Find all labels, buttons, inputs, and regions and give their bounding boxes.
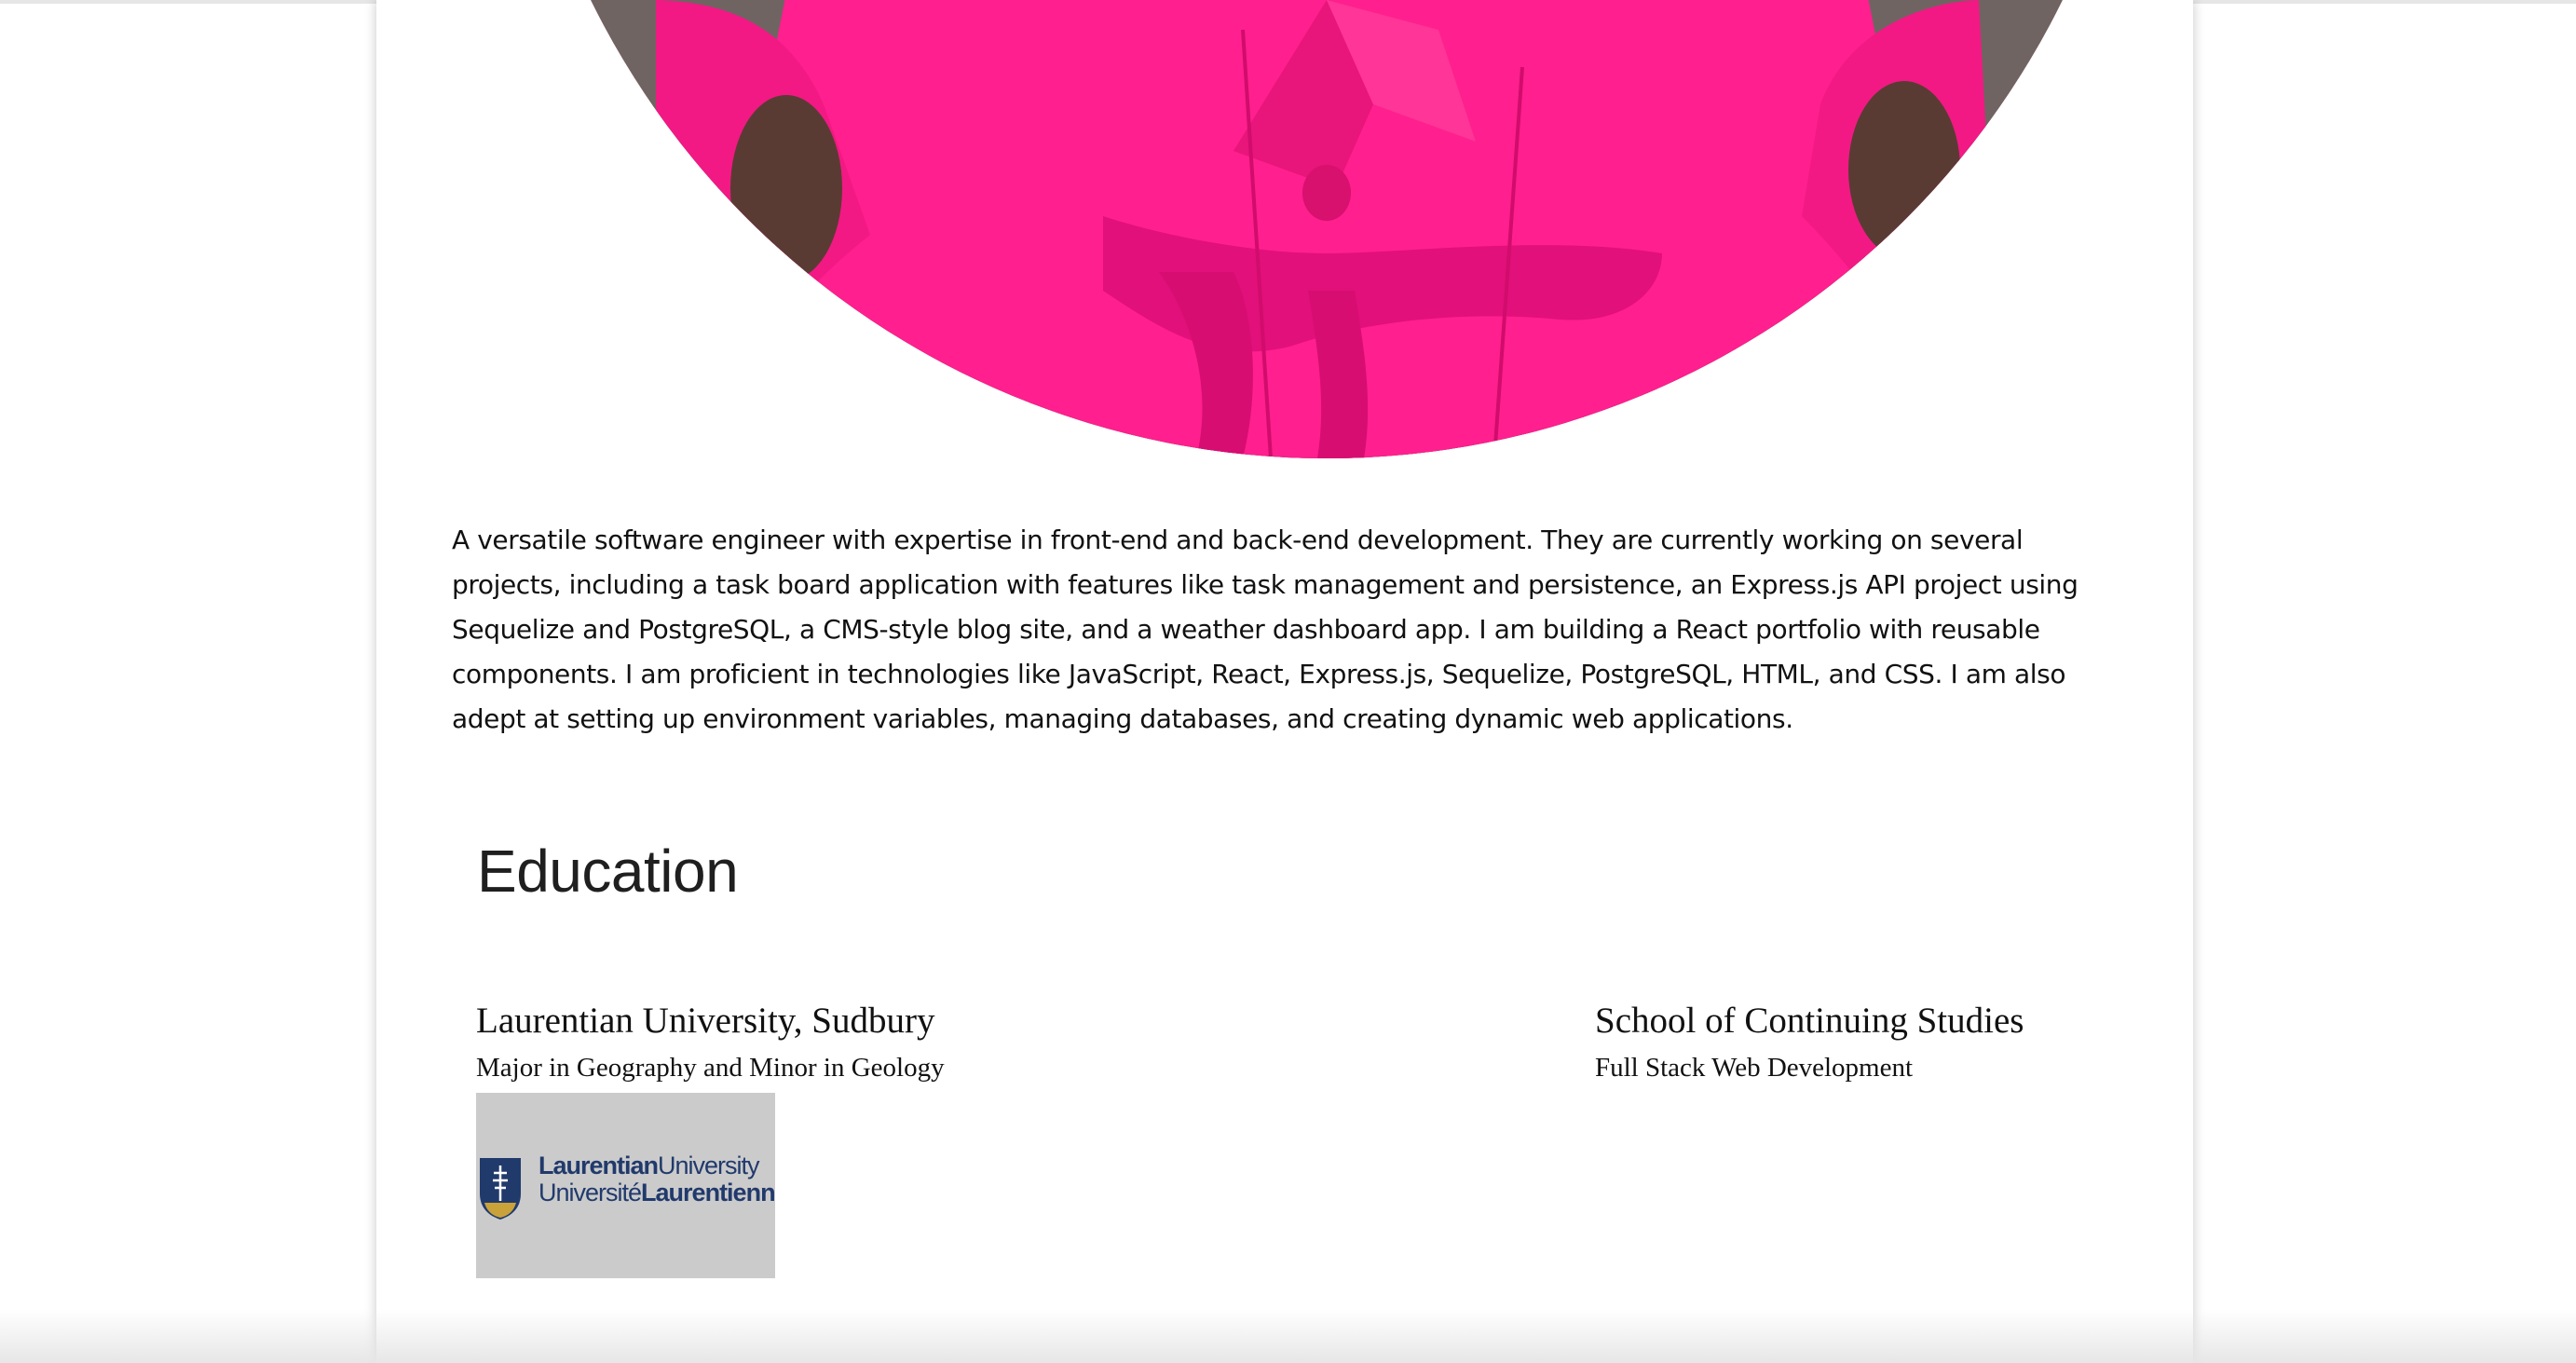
profile-photo	[507, 0, 2147, 458]
logo-text-laurentian: Laurentian	[538, 1152, 659, 1179]
logo-text-universite: Université	[538, 1179, 642, 1206]
school-name: Laurentian University, Sudbury	[476, 1001, 935, 1041]
profile-photo-image	[507, 0, 2147, 458]
school-name: School of Continuing Studies	[1595, 1001, 2024, 1041]
bio-paragraph: A versatile software engineer with exper…	[452, 525, 2079, 734]
school-card-laurentian: Laurentian University, Sudbury Major in …	[476, 999, 945, 1088]
logo-text-university: University	[658, 1152, 760, 1179]
school-card-continuing-studies: School of Continuing Studies Full Stack …	[1595, 999, 2024, 1088]
school-program: Full Stack Web Development	[1595, 1053, 1914, 1083]
laurentian-logo: LaurentianUniversity UniversitéLaurentie…	[476, 1093, 775, 1278]
viewport: A versatile software engineer with exper…	[0, 0, 2576, 1363]
logo-text-laurentienne: Laurentienne	[641, 1179, 775, 1206]
logo-wordmark: LaurentianUniversity UniversitéLaurentie…	[538, 1152, 775, 1206]
education-heading: Education	[477, 838, 739, 905]
school-program: Major in Geography and Minor in Geology	[476, 1053, 945, 1083]
